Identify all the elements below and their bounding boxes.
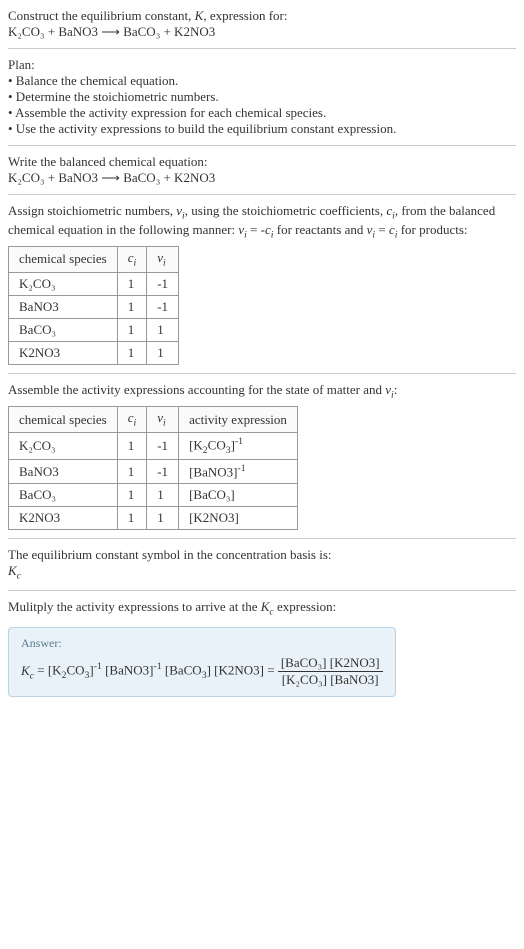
question-line1: Construct the equilibrium constant, K, e…: [8, 8, 516, 24]
activity-table: chemical species ci νi activity expressi…: [8, 406, 298, 530]
table-row: K2NO3 1 1 [K2NO3]: [9, 507, 298, 530]
plan-section: Plan: • Balance the chemical equation. •…: [8, 57, 516, 137]
cell-vi: 1: [147, 318, 179, 341]
answer-fraction: [BaCO₃] [K2NO3] [K₂CO₃] [BaNO3]: [278, 655, 383, 688]
col-species: chemical species: [9, 247, 118, 273]
fraction-numerator: [BaCO₃] [K2NO3]: [278, 655, 383, 672]
assemble-text: Assemble the activity expressions accoun…: [8, 382, 516, 401]
col-ci: ci: [117, 407, 147, 433]
table-row: BaCO₃ 1 1 [BaCO₃]: [9, 484, 298, 507]
multiply-section: Mulitply the activity expressions to arr…: [8, 599, 516, 618]
table-row: K₂CO₃ 1 -1: [9, 272, 179, 295]
balanced-equation: K₂CO₃ + BaNO3 ⟶ BaCO₃ + K2NO3: [8, 170, 516, 186]
plan-bullet: • Assemble the activity expression for e…: [8, 105, 516, 121]
plan-bullet: • Balance the chemical equation.: [8, 73, 516, 89]
cell-activity: [K2CO3]-1: [179, 432, 298, 459]
cell-species: BaNO3: [9, 295, 118, 318]
cell-vi: 1: [147, 507, 179, 530]
cell-activity: [K2NO3]: [179, 507, 298, 530]
divider: [8, 538, 516, 539]
plan-bullet: • Use the activity expressions to build …: [8, 121, 516, 137]
divider: [8, 590, 516, 591]
cell-vi: 1: [147, 341, 179, 364]
plan-bullet: • Determine the stoichiometric numbers.: [8, 89, 516, 105]
symbol-line1: The equilibrium constant symbol in the c…: [8, 547, 516, 563]
cell-species: K2NO3: [9, 507, 118, 530]
table-row: BaNO3 1 -1: [9, 295, 179, 318]
divider: [8, 48, 516, 49]
multiply-text: Mulitply the activity expressions to arr…: [8, 599, 516, 618]
table-header-row: chemical species ci νi: [9, 247, 179, 273]
cell-ci: 1: [117, 459, 147, 483]
cell-ci: 1: [117, 318, 147, 341]
table-row: K2NO3 1 1: [9, 341, 179, 364]
cell-activity: [BaCO₃]: [179, 484, 298, 507]
cell-ci: 1: [117, 295, 147, 318]
cell-vi: 1: [147, 484, 179, 507]
cell-vi: -1: [147, 295, 179, 318]
divider: [8, 194, 516, 195]
cell-ci: 1: [117, 341, 147, 364]
cell-species: K2NO3: [9, 341, 118, 364]
cell-ci: 1: [117, 484, 147, 507]
cell-species: BaCO₃: [9, 484, 118, 507]
cell-activity: [BaNO3]-1: [179, 459, 298, 483]
answer-expression: Kc = [K2CO3]-1 [BaNO3]-1 [BaCO3] [K2NO3]…: [21, 655, 383, 688]
symbol-section: The equilibrium constant symbol in the c…: [8, 547, 516, 582]
table-header-row: chemical species ci νi activity expressi…: [9, 407, 298, 433]
question-equation: K₂CO₃ + BaNO3 ⟶ BaCO₃ + K2NO3: [8, 24, 516, 40]
stoich-table: chemical species ci νi K₂CO₃ 1 -1 BaNO3 …: [8, 246, 179, 365]
cell-species: BaNO3: [9, 459, 118, 483]
table-row: BaNO3 1 -1 [BaNO3]-1: [9, 459, 298, 483]
symbol-kc: Kc: [8, 563, 516, 582]
divider: [8, 145, 516, 146]
col-vi: νi: [147, 247, 179, 273]
table-row: BaCO₃ 1 1: [9, 318, 179, 341]
col-vi: νi: [147, 407, 179, 433]
balanced-section: Write the balanced chemical equation: K₂…: [8, 154, 516, 186]
plan-title: Plan:: [8, 57, 516, 73]
fraction-denominator: [K₂CO₃] [BaNO3]: [278, 672, 383, 688]
assign-text: Assign stoichiometric numbers, νi, using…: [8, 203, 516, 240]
table-row: K₂CO₃ 1 -1 [K2CO3]-1: [9, 432, 298, 459]
assign-section: Assign stoichiometric numbers, νi, using…: [8, 203, 516, 365]
cell-vi: -1: [147, 459, 179, 483]
question-header: Construct the equilibrium constant, K, e…: [8, 8, 516, 40]
col-species: chemical species: [9, 407, 118, 433]
cell-ci: 1: [117, 432, 147, 459]
cell-ci: 1: [117, 507, 147, 530]
col-ci: ci: [117, 247, 147, 273]
assemble-section: Assemble the activity expressions accoun…: [8, 382, 516, 530]
cell-species: K₂CO₃: [9, 272, 118, 295]
cell-vi: -1: [147, 272, 179, 295]
answer-box: Answer: Kc = [K2CO3]-1 [BaNO3]-1 [BaCO3]…: [8, 627, 396, 697]
answer-label: Answer:: [21, 636, 383, 651]
cell-vi: -1: [147, 432, 179, 459]
cell-species: BaCO₃: [9, 318, 118, 341]
cell-ci: 1: [117, 272, 147, 295]
balanced-title: Write the balanced chemical equation:: [8, 154, 516, 170]
cell-species: K₂CO₃: [9, 432, 118, 459]
col-activity: activity expression: [179, 407, 298, 433]
divider: [8, 373, 516, 374]
